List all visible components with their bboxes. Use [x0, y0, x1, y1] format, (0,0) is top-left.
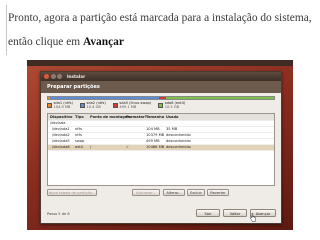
step-indicator: Passo 5 de 8: [47, 212, 70, 216]
column-header[interactable]: Tipo: [75, 114, 84, 120]
partition-bar-segment: [165, 97, 274, 99]
partition-bar-segment: [50, 97, 159, 99]
table-cell-used: desconhecido: [166, 145, 191, 149]
back-button[interactable]: Voltar: [223, 209, 247, 217]
caption-rule: [6, 5, 7, 55]
maximize-icon[interactable]: [57, 74, 62, 79]
quit-button[interactable]: Sair: [196, 209, 220, 217]
legend-item: sda6 (ext4) 10.5 GB: [158, 101, 185, 111]
title-bar: Instalar: [41, 72, 281, 81]
legend-size: 499.1 MB: [119, 104, 137, 109]
table-buttons: Nova tabela de partição... Adicionar... …: [47, 189, 275, 197]
table-header: Dispositivo Tipo Ponto de montagem Forma…: [48, 114, 274, 121]
top-panel: [27, 60, 293, 66]
add-button[interactable]: Adicionar...: [132, 189, 160, 196]
table-row[interactable]: /dev/sda6 ext4 / ✓ 10486 MB desconhecido: [48, 145, 274, 151]
column-header[interactable]: Formatar?: [126, 114, 147, 120]
table-cell-size: 10379 MB: [146, 133, 165, 137]
legend-swatch: [79, 102, 85, 108]
column-header[interactable]: Dispositivo: [50, 114, 73, 120]
column-header[interactable]: Tamanho: [146, 114, 164, 120]
table-cell-device: /dev/sda2: [52, 133, 70, 137]
legend-item: sda2 (ntfs) 10.4 GB: [79, 101, 106, 111]
installer-screenshot: Instalar Preparar partições sda1 (ntfs) …: [27, 60, 293, 230]
legend-swatch: [158, 102, 164, 108]
table-cell-type: ext4: [75, 145, 83, 149]
table-body: /dev/sda/dev/sda1 ntfs 104 MB 35 MB/dev/sda…: [48, 121, 274, 151]
caption-emphasis: Avançar: [82, 36, 124, 48]
partition-table: Dispositivo Tipo Ponto de montagem Forma…: [47, 113, 275, 186]
minimize-icon[interactable]: [50, 74, 56, 79]
legend-swatch: [112, 102, 118, 108]
partition-bar: [47, 96, 275, 100]
mouse-cursor-icon: [249, 213, 256, 222]
table-cell-device: /dev/sda6: [52, 145, 70, 149]
table-cell-type: ntfs: [75, 133, 82, 137]
legend-item: sda1 (ntfs) 104.9 MB: [47, 101, 73, 111]
table-cell-type: ntfs: [75, 127, 82, 131]
table-cell-size: 104 MB: [146, 127, 160, 131]
table-cell-size: 499 MB: [146, 139, 160, 143]
table-cell-type: swap: [75, 139, 85, 143]
change-button[interactable]: Alterar...: [163, 189, 185, 196]
new-partition-table-button[interactable]: Nova tabela de partição...: [47, 189, 97, 196]
revert-button[interactable]: Reverter: [207, 189, 229, 196]
window-title: Instalar: [67, 74, 86, 79]
caption-text: Pronto, agora a partição está marcada pa…: [8, 12, 312, 48]
table-cell-used: 35 MB: [166, 127, 178, 131]
table-cell-used: desconhecido: [166, 133, 191, 137]
legend-swatch: [47, 102, 52, 108]
page-header: Preparar partições: [41, 81, 281, 93]
column-header[interactable]: Ponto de montagem: [90, 114, 131, 120]
table-cell-format: ✓: [126, 145, 130, 149]
table-cell-used: desconhecido: [166, 139, 191, 143]
close-icon[interactable]: [44, 74, 49, 79]
column-header[interactable]: Usado: [166, 114, 179, 120]
legend-item: sda5 (linux-swap) 499.1 MB: [112, 101, 151, 111]
legend-size: 104.9 MB: [53, 104, 71, 109]
delete-button[interactable]: Excluir: [187, 189, 205, 196]
installer-window: Instalar Preparar partições sda1 (ntfs) …: [40, 71, 282, 224]
partition-bar-segment: [158, 97, 166, 99]
partition-legend: sda1 (ntfs) 104.9 MB sda2 (ntfs) 10.4 GB…: [47, 101, 275, 111]
table-cell-device: /dev/sda: [50, 121, 66, 125]
table-cell-device: /dev/sda1: [52, 127, 70, 131]
table-cell-device: /dev/sda5: [52, 139, 70, 143]
caption: Pronto, agora a partição está marcada pa…: [8, 6, 314, 54]
table-cell-mount: /: [90, 145, 92, 149]
legend-size: 10.4 GB: [86, 104, 101, 109]
table-cell-size: 10486 MB: [146, 145, 165, 149]
legend-size: 10.5 GB: [164, 104, 180, 109]
